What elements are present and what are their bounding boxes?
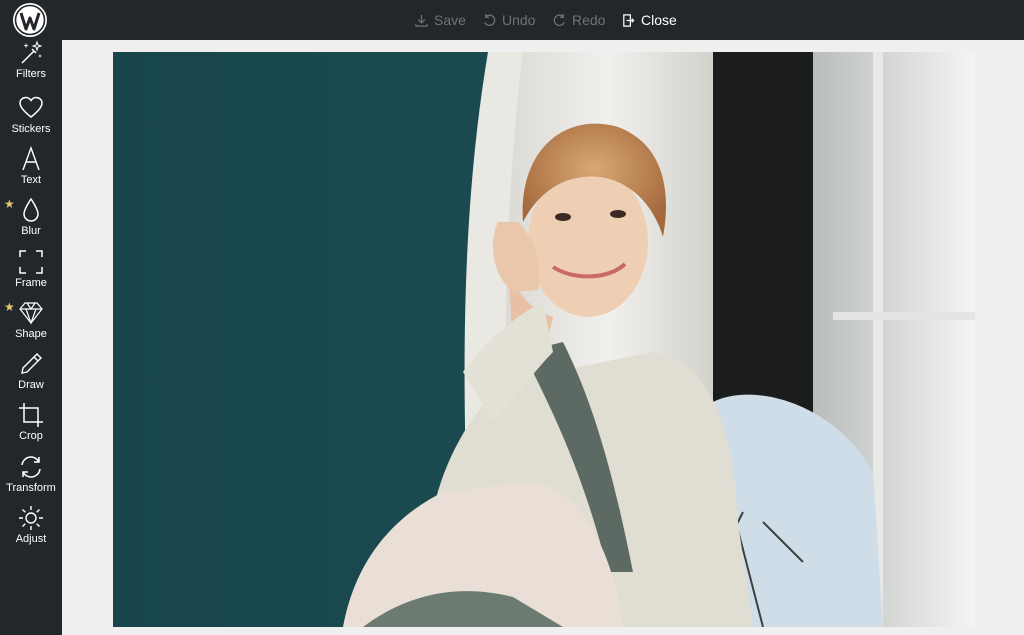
sidebar-item-label: Shape xyxy=(15,328,47,340)
sidebar-item-label: Filters xyxy=(16,68,46,80)
sidebar-item-label: Adjust xyxy=(15,533,47,545)
exit-door-icon xyxy=(623,13,635,27)
sidebar-item-crop[interactable]: Crop xyxy=(0,402,62,452)
tools-sidebar: Filters Stickers Text ★ Blur Frame ★ Sha… xyxy=(0,40,62,635)
sidebar-item-draw[interactable]: Draw xyxy=(0,351,62,401)
sidebar-item-filters[interactable]: Filters xyxy=(0,40,62,90)
droplet-icon xyxy=(23,197,39,222)
sidebar-item-transform[interactable]: Transform xyxy=(0,454,62,504)
close-label: Close xyxy=(641,12,677,28)
sidebar-item-shape[interactable]: ★ Shape xyxy=(0,300,62,350)
sidebar-item-label: Text xyxy=(20,174,42,186)
edited-photo[interactable] xyxy=(113,52,975,627)
magic-wand-icon xyxy=(21,40,43,64)
undo-icon xyxy=(484,13,496,26)
sidebar-item-label: Crop xyxy=(19,430,43,442)
download-icon xyxy=(415,14,428,27)
sidebar-item-label: Stickers xyxy=(11,123,51,135)
crop-icon xyxy=(19,403,43,427)
photo-illustration xyxy=(113,52,975,627)
undo-button[interactable]: Undo xyxy=(482,0,535,40)
star-icon: ★ xyxy=(4,197,15,211)
save-label: Save xyxy=(434,12,466,28)
sidebar-item-text[interactable]: Text xyxy=(0,146,62,196)
frame-icon xyxy=(19,250,43,274)
sidebar-item-label: Blur xyxy=(21,225,41,237)
sidebar-item-label: Frame xyxy=(15,277,47,289)
text-icon xyxy=(22,146,40,171)
sidebar-item-label: Draw xyxy=(18,379,44,391)
sidebar-item-label: Transform xyxy=(6,482,56,494)
sun-icon xyxy=(19,506,43,530)
diamond-icon xyxy=(19,302,43,325)
sidebar-item-frame[interactable]: Frame xyxy=(0,249,62,299)
heart-icon xyxy=(19,96,43,118)
close-button[interactable]: Close xyxy=(621,0,677,40)
save-button[interactable]: Save xyxy=(414,0,466,40)
sidebar-item-stickers[interactable]: Stickers xyxy=(0,95,62,145)
redo-button[interactable]: Redo xyxy=(552,0,605,40)
pencil-icon xyxy=(21,353,42,374)
star-icon: ★ xyxy=(4,300,15,314)
sidebar-item-blur[interactable]: ★ Blur xyxy=(0,197,62,247)
undo-label: Undo xyxy=(502,12,536,28)
editor-toolbar: Save Undo Redo Close xyxy=(0,0,1024,40)
rotate-icon xyxy=(21,456,41,478)
editor-canvas xyxy=(62,40,1024,635)
redo-icon xyxy=(553,13,565,26)
redo-label: Redo xyxy=(572,12,606,28)
sidebar-item-adjust[interactable]: Adjust xyxy=(0,505,62,555)
